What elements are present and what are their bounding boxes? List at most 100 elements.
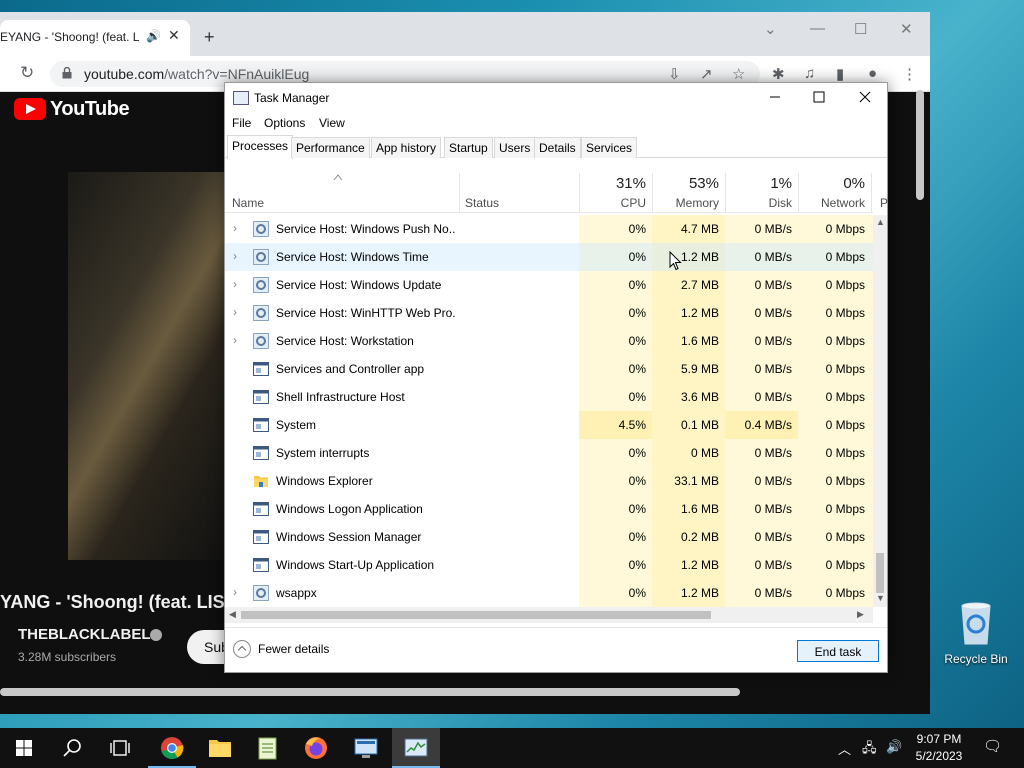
volume-icon[interactable]: 🔊 [886,739,902,755]
profile-icon[interactable]: ● [868,65,877,82]
chrome-tab-title: EYANG - 'Shoong! (feat. LI [0,30,140,44]
table-row[interactable]: › Service Host: Windows Push No... 0% 4.7 M… [225,215,873,243]
youtube-logo-icon[interactable] [14,98,46,120]
tab-app-history[interactable]: App history [371,137,442,158]
video-player[interactable] [68,172,228,560]
scroll-down-icon[interactable]: ▼ [876,593,885,603]
table-row[interactable]: Shell Infrastructure Host 0% 3.6 MB 0 MB/s 0… [225,383,873,411]
chrome-tab-youtube[interactable]: EYANG - 'Shoong! (feat. LI 🔊 ✕ [0,20,190,56]
tab-services[interactable]: Services [581,137,638,158]
fewer-details-link[interactable]: Fewer details [258,642,329,656]
table-row[interactable]: Windows Logon Application 0% 1.6 MB 0 MB/s 0… [225,495,873,523]
col-power[interactable]: P [880,196,888,210]
table-row[interactable]: › wsappx 0% 1.2 MB 0 MB/s 0 Mbps [225,579,873,607]
chevron-up-icon[interactable]: ︿ [838,739,851,758]
table-row[interactable]: System 4.5% 0.1 MB 0.4 MB/s 0 Mbps [225,411,873,439]
process-cpu: 0% [628,306,646,320]
table-row[interactable]: › Service Host: Windows Update 0% 2.7 MB 0 M… [225,271,873,299]
process-name: Service Host: WinHTTP Web Pro... [276,306,456,320]
table-row[interactable]: Services and Controller app 0% 5.9 MB 0 MB/… [225,355,873,383]
vertical-scrollbar[interactable]: ▲ ▼ [873,215,887,607]
col-cpu[interactable]: CPU [579,196,646,210]
bookmark-star-icon[interactable]: ☆ [732,65,745,83]
maximize-icon[interactable]: ☐ [854,20,867,38]
search-button[interactable] [48,728,96,768]
taskbar-firefox[interactable] [292,728,340,768]
tm-titlebar[interactable]: Task Manager [225,83,887,113]
expand-chevron-icon[interactable]: › [233,333,237,347]
table-row[interactable]: System interrupts 0% 0 MB 0 MB/s 0 Mbps [225,439,873,467]
taskbar-remote-desktop[interactable] [342,728,390,768]
close-tab-icon[interactable]: ✕ [168,27,180,44]
reload-icon[interactable]: ↻ [20,63,34,83]
taskbar-notepad[interactable] [244,728,292,768]
menu-file[interactable]: File [232,116,251,130]
tab-startup[interactable]: Startup [444,137,493,158]
expand-chevron-icon[interactable]: › [233,277,237,291]
media-control-icon[interactable]: ♫ [804,65,815,82]
install-icon[interactable]: ⇩ [668,65,681,83]
chevron-down-icon[interactable]: ⌄ [764,20,777,38]
menu-view[interactable]: View [319,116,345,130]
expand-chevron-icon[interactable]: › [233,585,237,599]
notification-icon[interactable]: 🗨 [983,737,1002,755]
chrome-horizontal-scrollbar[interactable] [0,688,740,696]
new-tab-icon[interactable]: + [204,27,215,48]
col-network[interactable]: Network [798,196,865,210]
col-memory[interactable]: Memory [652,196,719,210]
menu-dots-icon[interactable]: ⋮ [902,65,917,83]
taskbar-file-explorer[interactable] [196,728,244,768]
col-status[interactable]: Status [465,196,499,210]
scroll-right-icon[interactable]: ▶ [857,609,864,620]
horizontal-scrollbar[interactable]: ◀ ▶ [225,607,873,623]
scroll-up-icon[interactable]: ▲ [876,217,885,227]
table-row[interactable]: Windows Explorer 0% 33.1 MB 0 MB/s 0 Mbps [225,467,873,495]
horizontal-scroll-thumb[interactable] [241,611,711,619]
scroll-left-icon[interactable]: ◀ [229,609,236,620]
table-row[interactable]: › Service Host: Workstation 0% 1.6 MB 0 MB/s… [225,327,873,355]
youtube-logo-text[interactable]: YouTube [50,98,130,121]
col-name[interactable]: Name [232,196,264,210]
share-icon[interactable]: ↗ [700,65,713,83]
close-icon[interactable] [855,87,875,107]
clock[interactable]: 9:07 PM 5/2/2023 [912,731,966,765]
start-button[interactable] [0,728,48,768]
vertical-scroll-thumb[interactable] [876,553,884,593]
table-row[interactable]: Windows Session Manager 0% 0.2 MB 0 MB/s 0 M… [225,523,873,551]
table-row[interactable]: › Service Host: WinHTTP Web Pro... 0% 1.2 M… [225,299,873,327]
taskbar-chrome[interactable] [148,728,196,768]
speaker-icon[interactable]: 🔊 [146,29,161,43]
col-disk[interactable]: Disk [725,196,792,210]
recycle-bin[interactable]: Recycle Bin [938,600,1014,666]
task-view-button[interactable] [96,728,144,768]
table-row[interactable]: › Service Host: Windows Time 0% 1.2 MB 0 MB/… [225,243,873,271]
network-total[interactable]: 0% [798,175,865,192]
extensions-icon[interactable]: ✱ [772,65,785,83]
tab-users[interactable]: Users [494,137,536,158]
close-icon[interactable]: ✕ [900,20,913,38]
chrome-vertical-scrollbar[interactable] [916,90,924,200]
menu-options[interactable]: Options [264,116,305,130]
memory-total[interactable]: 53% [652,175,719,192]
channel-name[interactable]: THEBLACKLABEL [18,626,151,643]
process-network: 0 Mbps [825,390,865,404]
process-cpu: 4.5% [618,418,646,432]
cpu-total[interactable]: 31% [579,175,646,192]
expand-chevron-icon[interactable]: › [233,221,237,235]
disk-total[interactable]: 1% [725,175,792,192]
expand-chevron-icon[interactable]: › [233,305,237,319]
expand-chevron-icon[interactable]: › [233,249,237,263]
tab-details[interactable]: Details [534,137,581,158]
tab-processes[interactable]: Processes [227,135,294,159]
side-panel-icon[interactable]: ▮ [836,65,844,83]
minimize-icon[interactable] [765,87,785,107]
minimize-icon[interactable]: — [810,20,825,37]
tab-performance[interactable]: Performance [291,137,370,158]
maximize-icon[interactable] [809,87,829,107]
process-cpu: 0% [628,222,646,236]
network-icon[interactable]: 🖧 [862,739,877,761]
end-task-button[interactable]: End task [797,640,879,662]
taskbar-task-manager[interactable] [392,728,440,768]
fewer-details-icon[interactable] [233,640,251,658]
table-row[interactable]: Windows Start-Up Application 0% 1.2 MB 0 MB… [225,551,873,579]
